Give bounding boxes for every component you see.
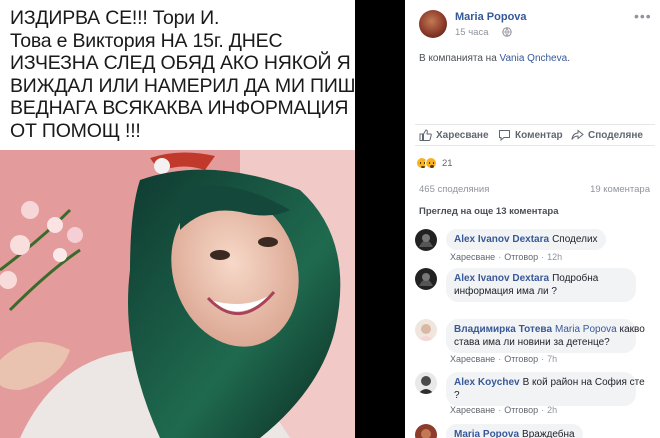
reaction-count: 21 [442,157,453,169]
comment-item: Alex Ivanov Dextara Споделих Харесване · От… [415,229,655,265]
comment-item: Maria Popova Враждебна [415,424,655,438]
comment-like-link[interactable]: Харесване [450,405,495,415]
caption-line: ВЕДНАГА ВСЯКАКВА ИНФОРМАЦИЯ Е [10,97,355,119]
comment-text: става има ли новини за детенце? [454,337,610,348]
tagged-person-link[interactable]: Vania Qncheva [500,53,568,64]
comment-like-link[interactable]: Харесване [450,354,495,364]
comment-reply-link[interactable]: Отговор [504,354,538,364]
commenter-avatar[interactable] [415,319,437,341]
comment-meta: Харесване · Отговор · 7h [450,354,558,364]
post-author-name[interactable]: Maria Popova [455,11,527,23]
tagged-with: В компанията на Vania Qncheva. [419,53,570,64]
mention-link[interactable]: Maria Popova [555,324,617,335]
caption-line: ИЗЧЕЗНА СЛЕД ОБЯД АКО НЯКОЙ Я Е [10,52,355,74]
post-action-bar: Харесване Коментар Споделяне [415,124,655,146]
commenter-avatar[interactable] [415,268,437,290]
globe-icon [502,27,512,37]
comment-icon [499,130,510,141]
comment-meta: Харесване · Отговор · 12h [450,252,563,262]
comment-meta: Харесване · Отговор · 2h [450,405,558,415]
commenter-avatar[interactable] [415,424,437,438]
comment-time[interactable]: 12h [547,252,562,262]
share-icon [571,129,584,140]
comment-like-link[interactable]: Харесване [450,252,495,262]
comment-bubble: Alex Ivanov Dextara Споделих [446,229,606,250]
share-button[interactable]: Споделяне [571,129,643,141]
comment-bubble: Alex Ivanov Dextara Подробна информация и… [446,268,636,302]
photo-caption: ИЗДИРВА СЕ!!! Тори И. Това е Виктория НА… [0,0,355,150]
comment-text: В кой район на София сте [522,377,645,388]
girl-photo [0,150,355,438]
post-header: Maria Popova 15 часа ••• [405,0,660,45]
comment-bubble: Владимирка Тотева Maria Popova какво став… [446,319,645,353]
tagged-suffix: . [567,53,570,64]
caption-line: Това е Виктория НА 15г. ДНЕС [10,29,283,52]
comment-text: Враждебна [522,429,575,438]
commenter-avatar[interactable] [415,229,437,251]
shares-count[interactable]: 465 споделяния [419,184,489,195]
comment-item: Владимирка Тотева Maria Popova какво став… [415,319,655,367]
wow-reaction-icon [425,157,437,169]
comment-text: Споделих [552,234,598,245]
commenter-name[interactable]: Alex Ivanov Dextara [454,234,549,245]
comment-reply-link[interactable]: Отговор [504,252,538,262]
comment-time[interactable]: 2h [547,405,557,415]
post-timestamp[interactable]: 15 часа [455,27,488,38]
commenter-name[interactable]: Maria Popova [454,429,519,438]
comments-count[interactable]: 19 коментара [590,184,650,195]
commenter-name[interactable]: Alex Koychev [454,377,520,388]
comment-bubble: Alex Koychev В кой район на София сте ? [446,372,645,406]
thumbs-up-icon [419,129,432,141]
comment-item: Alex Ivanov Dextara Подробна информация и… [415,268,655,318]
reactions-summary[interactable]: 21 [416,156,453,170]
view-previous-prefix: Преглед на още [419,206,496,217]
comment-item: Alex Koychev В кой район на София сте ? Х… [415,372,655,420]
commenter-name[interactable]: Владимирка Тотева [454,324,552,335]
caption-line: ОТ ПОМОЩ !!! [10,119,141,142]
view-previous-link: 13 коментара [495,206,559,217]
view-previous-comments[interactable]: Преглед на още 13 коментара [419,206,559,217]
comment-label: Коментар [515,129,563,141]
share-label: Споделяне [588,129,643,141]
more-options-icon[interactable]: ••• [634,9,652,23]
post-panel: Maria Popova 15 часа ••• В компанията на… [405,0,660,438]
comment-text: какво [619,324,645,335]
comment-text: ? [454,390,460,401]
comment-reply-link[interactable]: Отговор [504,405,538,415]
commenter-avatar[interactable] [415,372,437,394]
author-avatar[interactable] [419,10,447,38]
caption-line: ВИЖДАЛ ИЛИ НАМЕРИЛ ДА МИ ПИШЕ [10,74,355,97]
caption-line: ИЗДИРВА СЕ!!! Тори И. [10,7,220,29]
shared-photo[interactable]: ИЗДИРВА СЕ!!! Тори И. Това е Виктория НА… [0,0,355,438]
comment-text: информация има ли ? [454,286,557,297]
commenter-name[interactable]: Alex Ivanov Dextara [454,273,549,284]
comment-bubble: Maria Popova Враждебна [446,424,583,438]
tagged-prefix: В компанията на [419,53,500,64]
comment-button[interactable]: Коментар [498,129,563,141]
comment-time[interactable]: 7h [547,354,557,364]
like-label: Харесване [436,129,489,141]
like-button[interactable]: Харесване [419,129,489,141]
comment-text: Подробна [552,273,599,284]
